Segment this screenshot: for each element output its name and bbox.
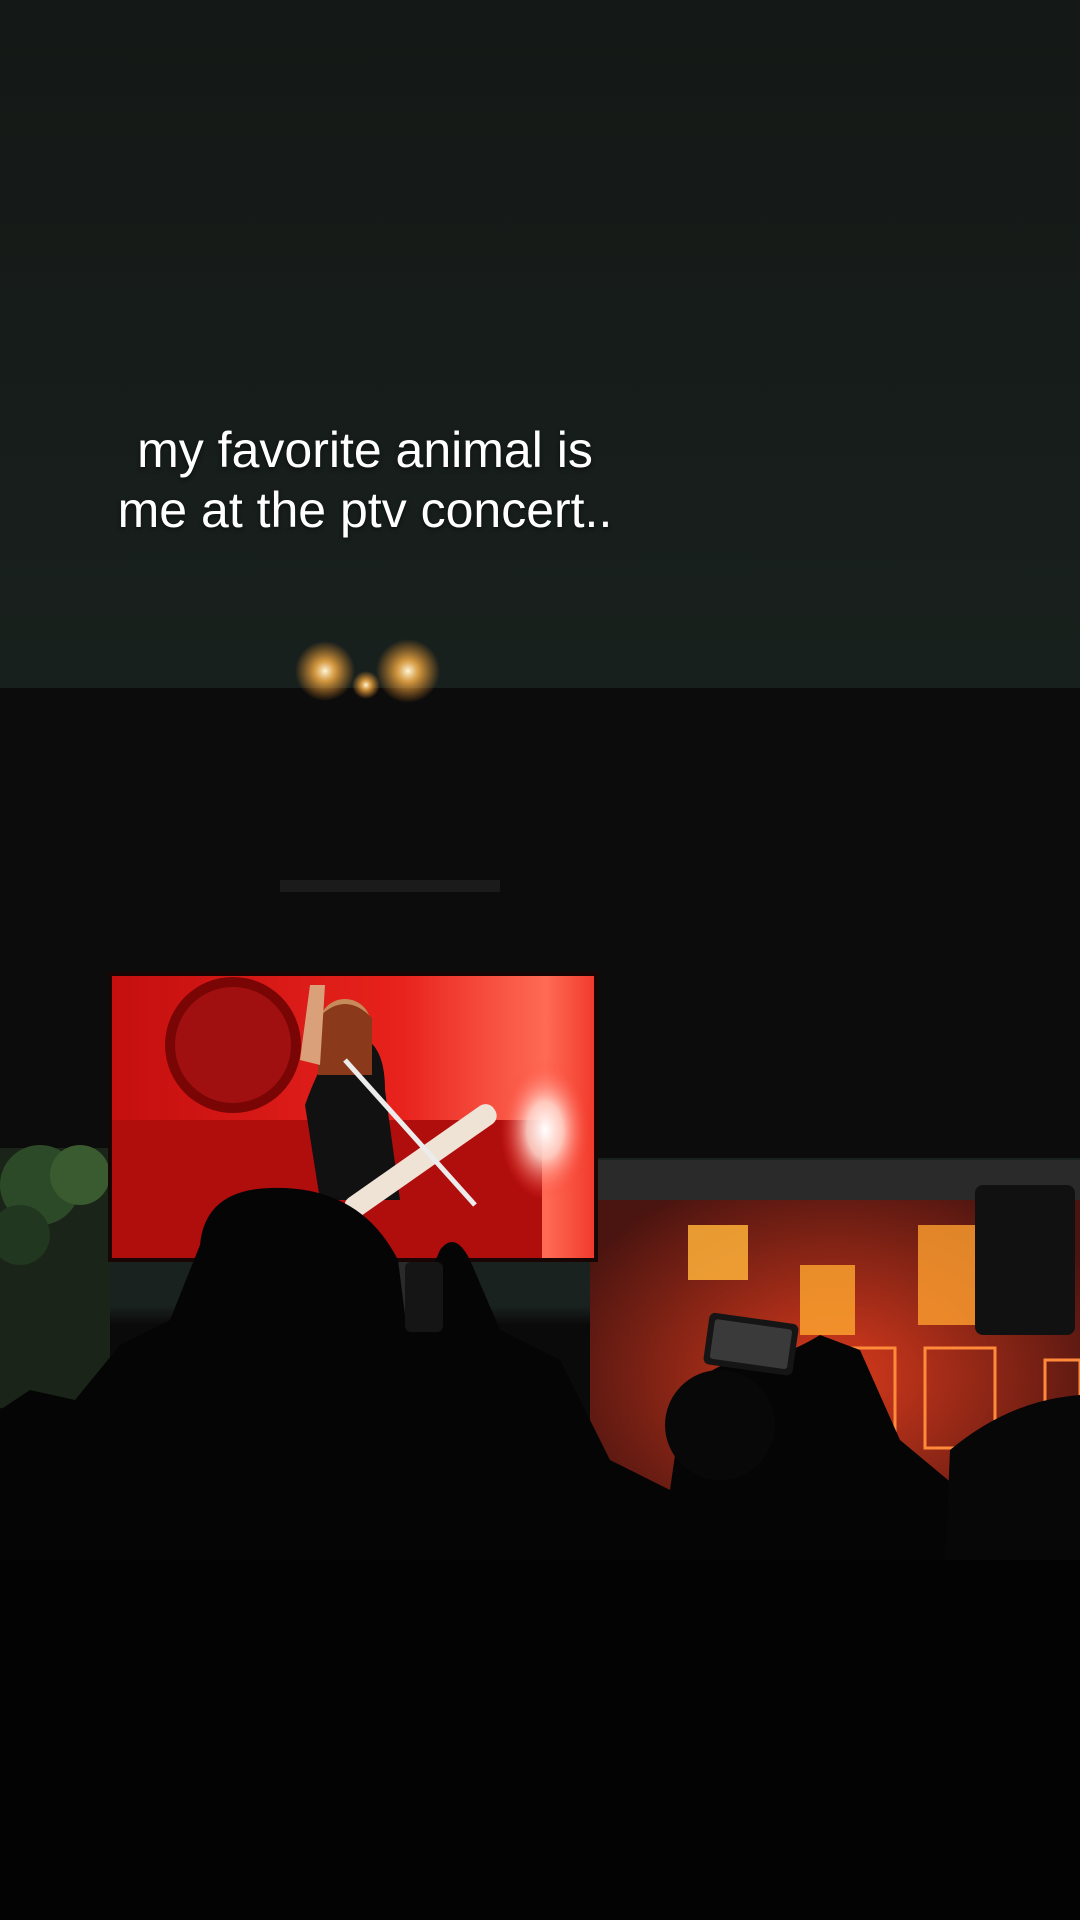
stage-light [376, 639, 440, 703]
speaker-stack [975, 1185, 1075, 1335]
stage-wall-band [280, 880, 500, 892]
concert-photo [0, 639, 1080, 1920]
stage-light [352, 671, 380, 699]
light-rig [688, 1225, 748, 1280]
video-caption: my favorite animal is me at the ptv conc… [0, 420, 730, 540]
crowd-head [665, 1370, 775, 1480]
caption-line-1: my favorite animal is [137, 422, 593, 478]
concert-video-frame: my favorite animal is me at the ptv conc… [0, 0, 1080, 1920]
stage-light [295, 641, 355, 701]
light-rig [918, 1225, 978, 1325]
light-rig [800, 1265, 855, 1335]
caption-line-2: me at the ptv concert.. [117, 482, 613, 538]
phone [405, 1262, 443, 1332]
